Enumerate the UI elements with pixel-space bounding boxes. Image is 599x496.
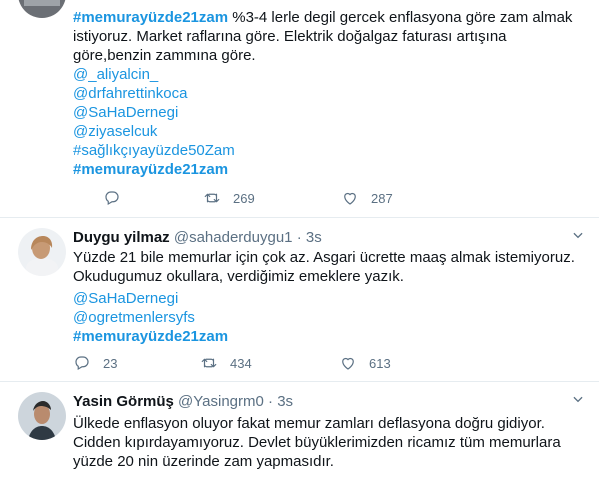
tweet-text-line: #memurayüzde21zam %3-4 lerle degil gerce… — [73, 9, 573, 26]
tweet-text-line: istiyoruz. Market raflarına göre. Elektr… — [73, 28, 507, 45]
heart-icon — [342, 357, 354, 370]
mention-link[interactable]: @_aliyalcin_ — [73, 65, 158, 84]
tweet-text-line: Ülkede enflasyon oluyor fakat memur zaml… — [73, 415, 545, 432]
hashtag-link[interactable]: #memurayüzde21zam — [73, 160, 228, 179]
tweet-actions: 23 434 613 — [73, 353, 473, 373]
tweet-header: Yasin Görmüş @Yasingrm0 · 3s — [73, 392, 293, 411]
tweet-text-line: göre,benzin zammına göre. — [73, 47, 256, 64]
more-options-chevron-down-icon[interactable] — [571, 392, 585, 409]
timestamp[interactable]: 3s — [277, 393, 293, 410]
display-name[interactable]: Duygu yilmaz — [73, 229, 170, 246]
avatar-image — [18, 228, 66, 276]
timestamp[interactable]: 3s — [306, 229, 322, 246]
avatar[interactable] — [18, 392, 66, 440]
display-name[interactable]: Yasin Görmüş — [73, 393, 174, 410]
avatar[interactable] — [18, 228, 66, 276]
like-count: 613 — [369, 355, 391, 371]
mention-link[interactable]: @ziyaselcuk — [73, 122, 157, 141]
separator-dot: · — [296, 229, 302, 246]
retweet-button[interactable]: 434 — [200, 353, 252, 373]
avatar-image — [18, 392, 66, 440]
mention-link[interactable]: @SaHaDernegi — [73, 103, 178, 122]
hashtag-link[interactable]: #sağlıkçıyayüzde50Zam — [73, 141, 235, 160]
tweet-text-line: yüzde 20 nin üzerinde zam yapmasıdır. — [73, 453, 334, 470]
tweet-header: Duygu yilmaz @sahaderduygu1 · 3s — [73, 228, 322, 247]
retweet-count: 434 — [230, 355, 252, 371]
user-handle[interactable]: @Yasingrm0 — [178, 393, 264, 410]
tweet-1[interactable]: #memurayüzde21zam %3-4 lerle degil gerce… — [0, 0, 599, 218]
tweet-actions: 269 287 — [73, 188, 473, 208]
heart-icon — [344, 192, 356, 205]
like-button[interactable]: 613 — [339, 353, 391, 373]
avatar[interactable] — [18, 0, 66, 18]
tweet-text-line: Yüzde 21 bile memurlar için çok az. Asga… — [73, 249, 575, 266]
reply-button[interactable] — [103, 188, 133, 208]
reply-button[interactable]: 23 — [73, 353, 117, 373]
more-options-chevron-down-icon[interactable] — [571, 228, 585, 245]
retweet-icon — [201, 358, 217, 368]
retweet-button[interactable]: 269 — [203, 188, 255, 208]
tweet-text-line: Okudugumuz okullara, verdiğimiz emeklere… — [73, 268, 404, 285]
mention-link[interactable]: @drfahrettinkoca — [73, 84, 187, 103]
like-button[interactable]: 287 — [341, 188, 393, 208]
reply-icon — [105, 191, 119, 206]
retweet-count: 269 — [233, 190, 255, 206]
avatar-image — [18, 0, 66, 18]
retweet-icon — [204, 193, 220, 203]
reply-count: 23 — [103, 355, 118, 371]
tweet-2[interactable]: Duygu yilmaz @sahaderduygu1 · 3s Yüzde 2… — [0, 218, 599, 382]
mention-link[interactable]: @ogretmenlersyfs — [73, 308, 195, 327]
separator-dot: · — [268, 393, 274, 410]
reply-icon — [75, 356, 89, 371]
user-handle[interactable]: @sahaderduygu1 — [174, 229, 293, 246]
hashtag-link[interactable]: #memurayüzde21zam — [73, 9, 228, 26]
tweet-3[interactable]: Yasin Görmüş @Yasingrm0 · 3s Ülkede enfl… — [0, 382, 599, 496]
like-count: 287 — [371, 190, 393, 206]
mention-link[interactable]: @SaHaDernegi — [73, 289, 178, 308]
tweet-text-line: Cidden kıpırdayamıyoruz. Devlet büyükler… — [73, 434, 561, 451]
hashtag-link[interactable]: #memurayüzde21zam — [73, 327, 228, 346]
